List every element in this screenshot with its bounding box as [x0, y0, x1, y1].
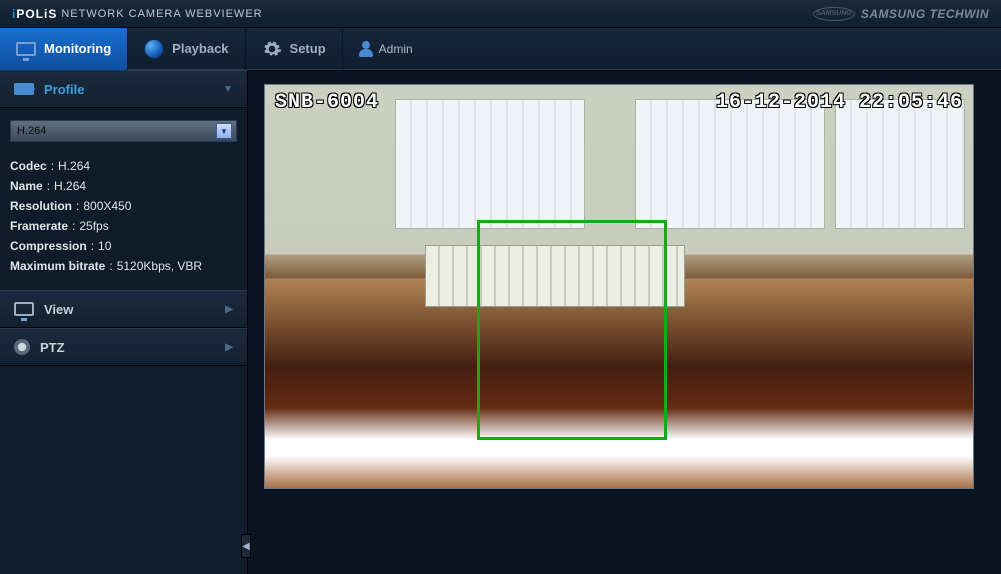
section-title: View [44, 302, 73, 317]
user-icon [359, 41, 373, 57]
admin-indicator[interactable]: Admin [359, 41, 413, 57]
stat-value: 800X450 [83, 196, 131, 216]
colon: : [109, 256, 112, 276]
app-header: iPOLiS NETWORK CAMERA WEBVIEWER SAMSUNG … [0, 0, 1001, 28]
stat-label: Maximum bitrate [10, 256, 105, 276]
colon: : [72, 216, 75, 236]
profile-select-value: H.264 [17, 125, 46, 137]
stat-label: Resolution [10, 196, 72, 216]
stat-value: 25fps [79, 216, 108, 236]
stat-label: Codec [10, 156, 47, 176]
brand-area: SAMSUNG SAMSUNG TECHWIN [813, 7, 989, 21]
main-area: SNB-6004 16-12-2014 22:05:46 [248, 70, 1001, 574]
stat-value: 5120Kbps, VBR [117, 256, 202, 276]
stat-value: 10 [98, 236, 111, 256]
stat-framerate: Framerate : 25fps [10, 216, 237, 236]
tab-label: Setup [290, 41, 326, 56]
content-area: Profile ▼ H.264 ▼ Codec : H.264 Name : H… [0, 70, 1001, 574]
section-title: PTZ [40, 340, 65, 355]
tab-setup[interactable]: Setup [246, 28, 343, 70]
app-logo: iPOLiS NETWORK CAMERA WEBVIEWER [12, 7, 263, 21]
profile-select[interactable]: H.264 ▼ [10, 120, 237, 142]
stat-resolution: Resolution : 800X450 [10, 196, 237, 216]
stat-name: Name : H.264 [10, 176, 237, 196]
stat-label: Framerate [10, 216, 68, 236]
admin-label: Admin [379, 42, 413, 56]
lens-icon [144, 39, 164, 59]
section-title: Profile [44, 82, 84, 97]
tab-monitoring[interactable]: Monitoring [0, 28, 128, 70]
stat-value: H.264 [54, 176, 86, 196]
camera-icon [14, 83, 34, 95]
monitor-icon [14, 302, 34, 316]
osd-timestamp: 16-12-2014 22:05:46 [716, 91, 963, 114]
scene-window [635, 99, 825, 229]
dropdown-icon: ▼ [216, 123, 232, 139]
logo-text: iPOLiS [12, 7, 57, 21]
ptz-icon [14, 339, 30, 355]
stat-value: H.264 [58, 156, 90, 176]
osd-camera-name: SNB-6004 [275, 91, 379, 114]
logo-polis: POLiS [16, 7, 57, 21]
section-profile[interactable]: Profile ▼ [0, 70, 247, 108]
stat-label: Compression [10, 236, 87, 256]
section-view[interactable]: View ▶ [0, 290, 247, 328]
scene-window [835, 99, 965, 229]
stat-compression: Compression : 10 [10, 236, 237, 256]
scene-window [395, 99, 585, 229]
roi-rectangle[interactable] [477, 220, 667, 440]
profile-stats: Codec : H.264 Name : H.264 Resolution : … [10, 156, 237, 276]
sidebar-collapse-handle[interactable]: ◀ [241, 534, 251, 558]
tab-label: Playback [172, 41, 228, 56]
brand-text: SAMSUNG TECHWIN [861, 7, 989, 21]
tab-label: Monitoring [44, 41, 111, 56]
gear-icon [262, 39, 282, 59]
sidebar: Profile ▼ H.264 ▼ Codec : H.264 Name : H… [0, 70, 248, 574]
stat-maxbitrate: Maximum bitrate : 5120Kbps, VBR [10, 256, 237, 276]
brand-oval-icon: SAMSUNG [813, 7, 855, 21]
colon: : [47, 176, 50, 196]
section-ptz[interactable]: PTZ ▶ [0, 328, 247, 366]
monitor-icon [16, 42, 36, 56]
stat-label: Name [10, 176, 43, 196]
colon: : [91, 236, 94, 256]
colon: : [51, 156, 54, 176]
section-profile-body: H.264 ▼ Codec : H.264 Name : H.264 Resol… [0, 108, 247, 290]
colon: : [76, 196, 79, 216]
chevron-down-icon: ▼ [223, 84, 233, 95]
stat-codec: Codec : H.264 [10, 156, 237, 176]
logo-subtitle: NETWORK CAMERA WEBVIEWER [61, 8, 262, 20]
tab-playback[interactable]: Playback [128, 28, 245, 70]
chevron-right-icon: ▶ [225, 342, 233, 353]
chevron-right-icon: ▶ [225, 304, 233, 315]
main-tabs: Monitoring Playback Setup Admin [0, 28, 1001, 70]
video-viewport[interactable]: SNB-6004 16-12-2014 22:05:46 [264, 84, 974, 489]
